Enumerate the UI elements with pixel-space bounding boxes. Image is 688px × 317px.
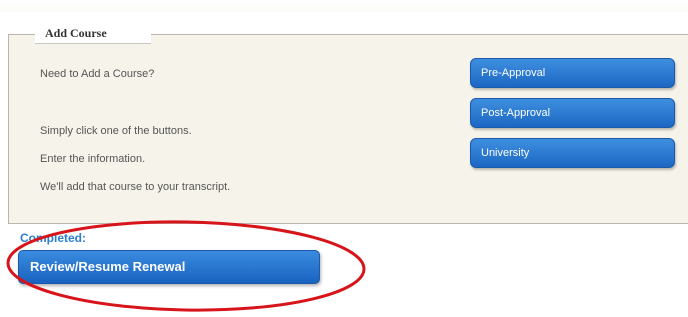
instruction-line-2: Enter the information. bbox=[40, 153, 146, 165]
add-course-legend: Add Course bbox=[35, 22, 151, 44]
add-course-prompt: Need to Add a Course? bbox=[40, 68, 155, 80]
university-button[interactable]: University bbox=[470, 138, 675, 168]
page: Add Course Need to Add a Course? Simply … bbox=[0, 0, 688, 317]
review-resume-renewal-button[interactable]: Review/Resume Renewal bbox=[18, 250, 320, 284]
post-approval-button[interactable]: Post-Approval bbox=[470, 98, 675, 128]
completed-label: Completed: bbox=[20, 231, 86, 245]
instruction-line-1: Simply click one of the buttons. bbox=[40, 125, 192, 137]
top-fade bbox=[0, 0, 688, 12]
pre-approval-button[interactable]: Pre-Approval bbox=[470, 58, 675, 88]
instruction-line-3: We'll add that course to your transcript… bbox=[40, 181, 231, 193]
